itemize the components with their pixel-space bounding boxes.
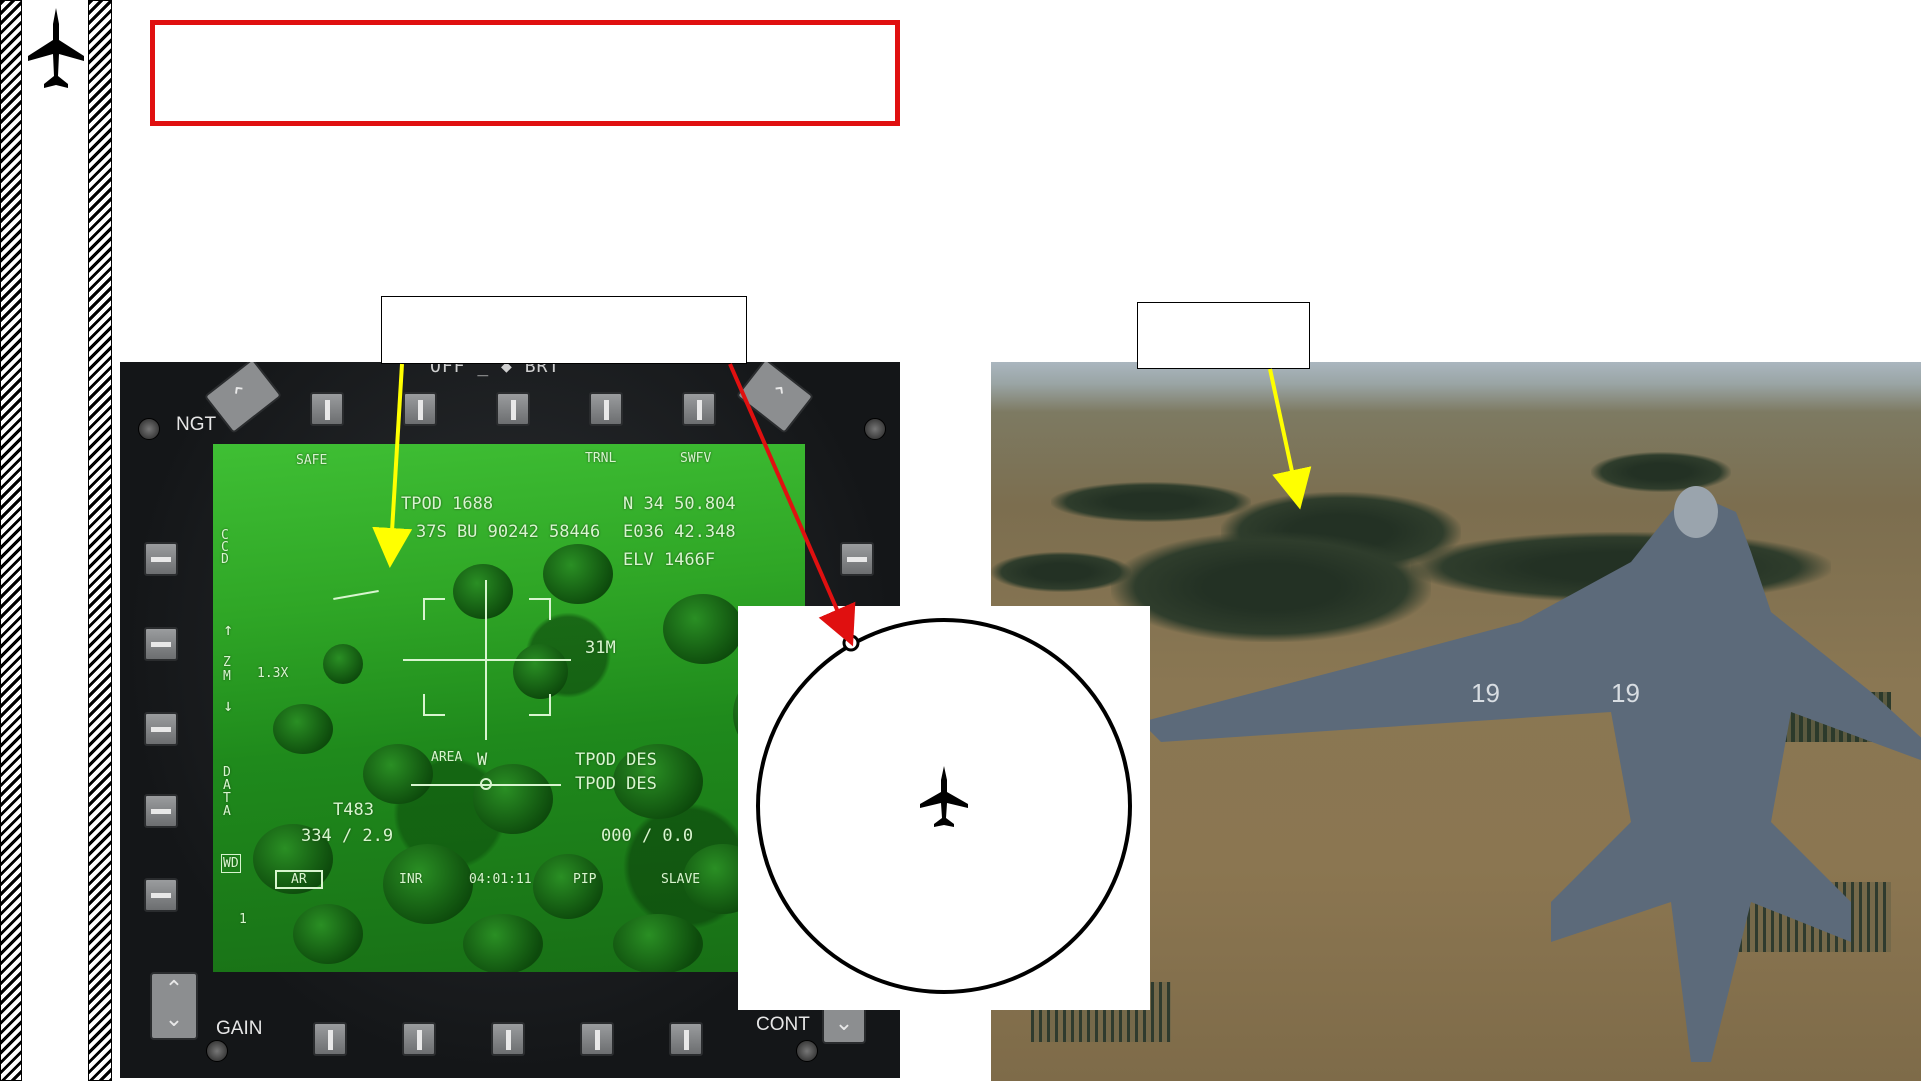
aircraft-silhouette-icon bbox=[28, 8, 84, 88]
track-id: TPOD 1688 bbox=[401, 494, 494, 514]
screw bbox=[864, 418, 886, 440]
longitude: E036 42.348 bbox=[623, 522, 736, 542]
area-label: AREA bbox=[431, 750, 463, 765]
data-label: DATA bbox=[223, 765, 231, 819]
pip-label: PIP bbox=[573, 872, 597, 887]
clock-label: 04:01:11 bbox=[469, 872, 532, 887]
osb-left-1[interactable] bbox=[144, 542, 178, 576]
osb-right-1[interactable] bbox=[840, 542, 874, 576]
cont-label: CONT bbox=[756, 1014, 810, 1035]
osb-left-3[interactable] bbox=[144, 712, 178, 746]
zoom-label: ZM bbox=[223, 655, 231, 684]
elevation: ELV 1466F bbox=[623, 550, 716, 570]
flir-screen[interactable]: SAFE TRNL SWFV TPOD 1688 37S BU 90242 58… bbox=[213, 444, 805, 972]
osb-top-2[interactable] bbox=[403, 392, 437, 426]
zoom-up-icon: ↑ bbox=[223, 620, 234, 640]
tpod-des-2: TPOD DES bbox=[575, 774, 657, 794]
aircraft-symbol bbox=[333, 590, 379, 600]
wind-marker: W bbox=[477, 750, 488, 770]
tpod-callout-label bbox=[381, 296, 747, 364]
osb-top-5[interactable] bbox=[682, 392, 716, 426]
svg-text:19: 19 bbox=[1471, 678, 1500, 708]
tpod-des-1: TPOD DES bbox=[575, 750, 657, 770]
latitude: N 34 50.804 bbox=[623, 494, 736, 514]
gain-label: GAIN bbox=[216, 1018, 263, 1039]
ccd-label: CCD bbox=[221, 528, 229, 567]
inr-label: INR bbox=[399, 872, 423, 887]
osb-bottom-2[interactable] bbox=[402, 1022, 436, 1056]
aircraft-silhouette-icon bbox=[920, 766, 968, 827]
trnl-label: TRNL bbox=[585, 451, 617, 466]
range-marker: 31M bbox=[585, 638, 616, 658]
zoom-level: 1.3X bbox=[257, 666, 289, 681]
ngt-label: NGT bbox=[176, 414, 217, 435]
title-frame bbox=[150, 20, 900, 126]
safe-label: SAFE bbox=[296, 453, 328, 468]
screw bbox=[138, 418, 160, 440]
ar-label: AR bbox=[275, 870, 323, 889]
gain-rocker[interactable]: ⌃ ⌄ bbox=[150, 972, 198, 1040]
left-rail bbox=[22, 0, 88, 1081]
slave-label: SLAVE bbox=[661, 872, 701, 887]
side-number: 1 bbox=[239, 912, 247, 927]
osb-left-4[interactable] bbox=[144, 794, 178, 828]
bearing-range: 334 / 2.9 bbox=[301, 826, 394, 846]
wd-label: WD bbox=[221, 854, 241, 873]
zero-value: 000 / 0.0 bbox=[601, 826, 694, 846]
mgrs-coordinates: 37S BU 90242 58446 bbox=[416, 522, 601, 542]
brightness-label: OFF _ ◆ BRT bbox=[430, 362, 561, 377]
osb-bottom-5[interactable] bbox=[669, 1022, 703, 1056]
right-hatch-border bbox=[88, 0, 112, 1081]
screw bbox=[206, 1040, 228, 1062]
ground-callout-label bbox=[1137, 302, 1310, 369]
osb-left-5[interactable] bbox=[144, 878, 178, 912]
svg-text:19: 19 bbox=[1611, 678, 1640, 708]
left-hatch-border bbox=[0, 0, 22, 1081]
swfv-label: SWFV bbox=[680, 451, 712, 466]
locator-inset bbox=[738, 606, 1150, 1010]
osb-bottom-3[interactable] bbox=[491, 1022, 525, 1056]
osb-top-1[interactable] bbox=[310, 392, 344, 426]
osb-top-4[interactable] bbox=[589, 392, 623, 426]
osb-top-3[interactable] bbox=[496, 392, 530, 426]
osb-left-2[interactable] bbox=[144, 627, 178, 661]
locator-point bbox=[842, 634, 860, 652]
screw bbox=[796, 1040, 818, 1062]
zoom-down-icon: ↓ bbox=[223, 696, 234, 716]
osb-bottom-1[interactable] bbox=[313, 1022, 347, 1056]
t-value: T483 bbox=[333, 800, 374, 820]
osb-bottom-4[interactable] bbox=[580, 1022, 614, 1056]
target-marker bbox=[389, 542, 399, 552]
